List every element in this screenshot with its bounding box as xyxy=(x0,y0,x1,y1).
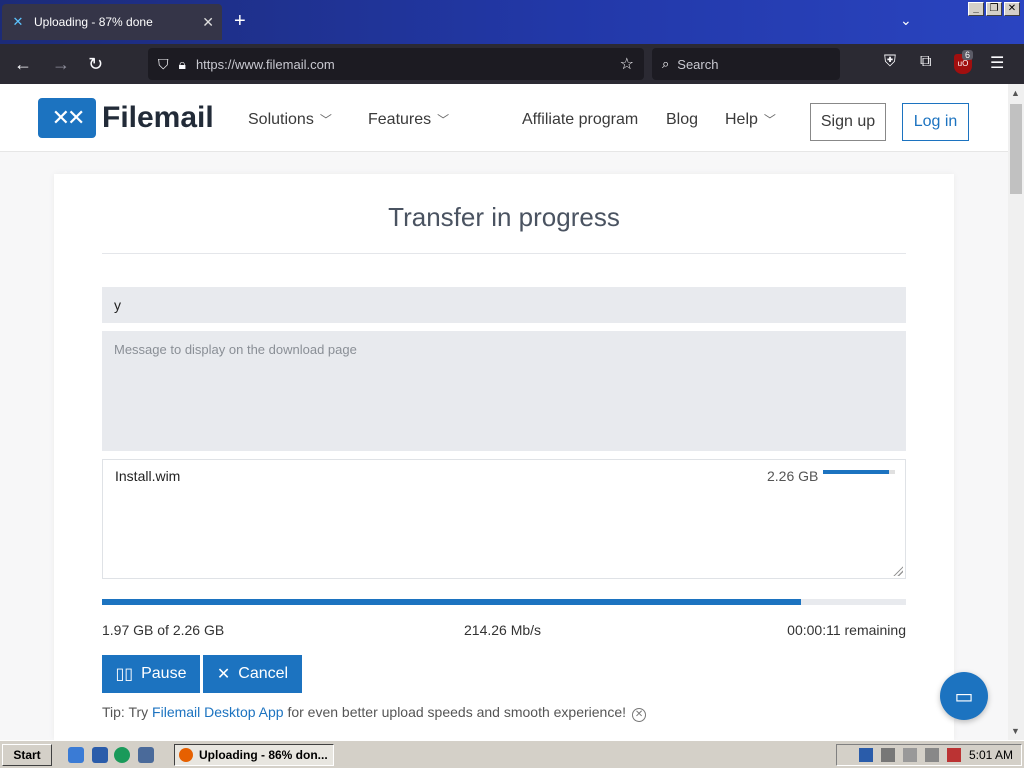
new-tab-button[interactable]: + xyxy=(234,10,246,33)
overall-progress-fill xyxy=(102,599,802,605)
page-title: Transfer in progress xyxy=(388,202,620,232)
file-list: Install.wim 2.26 GB xyxy=(102,459,906,579)
pause-icon: ▯▯ xyxy=(115,666,134,683)
bookmark-star-icon[interactable]: ☆ xyxy=(620,54,634,74)
forward-icon[interactable]: → xyxy=(52,54,70,75)
chevron-down-icon: ﹀ xyxy=(437,113,450,127)
transfer-speed: 214.26 Mb/s xyxy=(464,622,542,638)
close-tab-icon[interactable]: ✕ xyxy=(202,14,214,31)
explorer-icon[interactable] xyxy=(138,747,154,763)
tray-volume-muted-icon[interactable] xyxy=(946,748,961,762)
nav-help[interactable]: Help ﹀ xyxy=(725,111,776,129)
nav-blog[interactable]: Blog xyxy=(666,111,698,129)
message-placeholder: Message to display on the download page xyxy=(114,342,357,357)
message-field[interactable]: Message to display on the download page xyxy=(102,331,906,451)
file-size: 2.26 GB xyxy=(767,468,819,484)
subject-field[interactable]: y xyxy=(102,287,906,323)
transfer-card: Transfer in progress y Message to displa… xyxy=(54,174,954,740)
back-icon[interactable]: ← xyxy=(14,54,32,75)
file-progress-bar xyxy=(823,470,895,474)
pause-button[interactable]: ▯▯ Pause xyxy=(102,655,200,693)
taskbar-task-label: Uploading - 86% don... xyxy=(199,748,328,762)
dismiss-tip-icon[interactable]: ✕ xyxy=(632,708,647,722)
overall-progress-bar xyxy=(102,599,906,605)
scroll-thumb[interactable] xyxy=(1010,104,1022,194)
tray-device-icon[interactable] xyxy=(924,748,939,762)
address-bar[interactable]: ⛉ 🔒︎ https://www.filemail.com ☆ xyxy=(148,48,644,80)
pause-label: Pause xyxy=(141,665,187,682)
close-icon: ✕ xyxy=(216,666,231,683)
search-box[interactable]: ⌕ Search xyxy=(652,48,840,80)
pocket-icon[interactable]: ⛨ xyxy=(884,53,896,71)
search-icon: ⌕ xyxy=(662,56,670,71)
menu-icon[interactable]: ☰ xyxy=(990,53,1004,73)
nav-solutions[interactable]: Solutions ﹀ xyxy=(248,111,332,129)
tip-text: Tip: Try Filemail Desktop App for even b… xyxy=(102,704,647,722)
url-text[interactable]: https://www.filemail.com xyxy=(196,57,620,72)
scroll-up-icon[interactable]: ▲ xyxy=(1011,88,1020,98)
desktop-icon[interactable] xyxy=(92,747,108,763)
extension-badge: 6 xyxy=(962,50,974,60)
file-progress-fill xyxy=(823,470,890,474)
ie-icon[interactable] xyxy=(68,747,84,763)
divider xyxy=(102,253,906,254)
desktop-app-link[interactable]: Filemail Desktop App xyxy=(152,704,284,720)
browser-toolbar: ← → ↻ ⛉ 🔒︎ https://www.filemail.com ☆ ⌕ … xyxy=(0,44,1024,84)
resize-handle-icon[interactable] xyxy=(893,566,903,576)
scroll-down-icon[interactable]: ▼ xyxy=(1011,726,1020,736)
windows-taskbar: Start Uploading - 86% don... 5:01 AM xyxy=(0,740,1024,768)
chat-icon: ▭ xyxy=(954,685,974,708)
chevron-down-icon: ﹀ xyxy=(319,113,332,127)
nav-features-label: Features xyxy=(368,111,432,128)
tip-suffix: for even better upload speeds and smooth… xyxy=(283,704,627,720)
tray-network-icon[interactable] xyxy=(880,748,895,762)
media-icon[interactable] xyxy=(114,747,130,763)
start-label: Start xyxy=(13,748,41,762)
logo-text: Filemail xyxy=(102,101,214,134)
taskbar-firefox-button[interactable]: Uploading - 86% don... xyxy=(174,744,334,766)
filemail-logo[interactable]: ✕✕ Filemail xyxy=(38,98,214,138)
minimize-button[interactable]: _ xyxy=(968,2,984,16)
chat-widget-button[interactable]: ▭ xyxy=(940,672,988,720)
time-remaining: 00:00:11 remaining xyxy=(787,622,906,638)
subject-value: y xyxy=(114,297,121,313)
shield-icon[interactable]: ⛉ xyxy=(158,56,169,73)
start-button[interactable]: Start xyxy=(2,744,52,766)
tip-prefix: Tip: Try xyxy=(102,704,153,720)
site-header: ✕✕ Filemail Solutions ﹀ Features ﹀ Affilia… xyxy=(0,84,1008,152)
cancel-button[interactable]: ✕ Cancel xyxy=(203,655,302,693)
clock: 5:01 AM xyxy=(968,748,1013,762)
signup-button[interactable]: Sign up xyxy=(810,103,886,141)
reload-icon[interactable]: ↻ xyxy=(88,54,103,75)
browser-tab-strip: ✕ Uploading - 87% done ✕ + ⌄ _ ❐ ✕ xyxy=(0,0,1024,44)
file-name: Install.wim xyxy=(115,468,181,484)
search-placeholder: Search xyxy=(677,56,719,72)
tab-title: Uploading - 87% done xyxy=(34,15,153,29)
close-window-button[interactable]: ✕ xyxy=(1004,2,1020,16)
nav-help-label: Help xyxy=(725,111,758,128)
login-button[interactable]: Log in xyxy=(902,103,969,141)
maximize-button[interactable]: ❐ xyxy=(986,2,1002,16)
window-controls: _ ❐ ✕ xyxy=(968,2,1020,16)
filemail-favicon-icon: ✕ xyxy=(12,14,24,29)
nav-affiliate[interactable]: Affiliate program xyxy=(522,111,638,129)
nav-solutions-label: Solutions xyxy=(248,111,314,128)
logo-mark-icon: ✕✕ xyxy=(38,98,96,138)
page-scrollbar[interactable]: ▲ ▼ xyxy=(1008,84,1024,740)
transferred-amount: 1.97 GB of 2.26 GB xyxy=(102,622,225,638)
extensions-icon[interactable]: ⧉ xyxy=(920,53,931,71)
system-tray: 5:01 AM xyxy=(836,744,1022,766)
nav-features[interactable]: Features ﹀ xyxy=(368,111,449,129)
tray-grid-icon[interactable] xyxy=(858,748,873,762)
cancel-label: Cancel xyxy=(238,665,289,682)
firefox-icon xyxy=(179,748,193,762)
lock-icon[interactable]: 🔒︎ xyxy=(179,56,186,73)
list-tabs-chevron-icon[interactable]: ⌄ xyxy=(900,12,912,29)
browser-tab[interactable]: ✕ Uploading - 87% done ✕ xyxy=(2,4,222,40)
tray-flag-icon[interactable] xyxy=(902,748,917,762)
chevron-down-icon: ﹀ xyxy=(763,113,776,127)
